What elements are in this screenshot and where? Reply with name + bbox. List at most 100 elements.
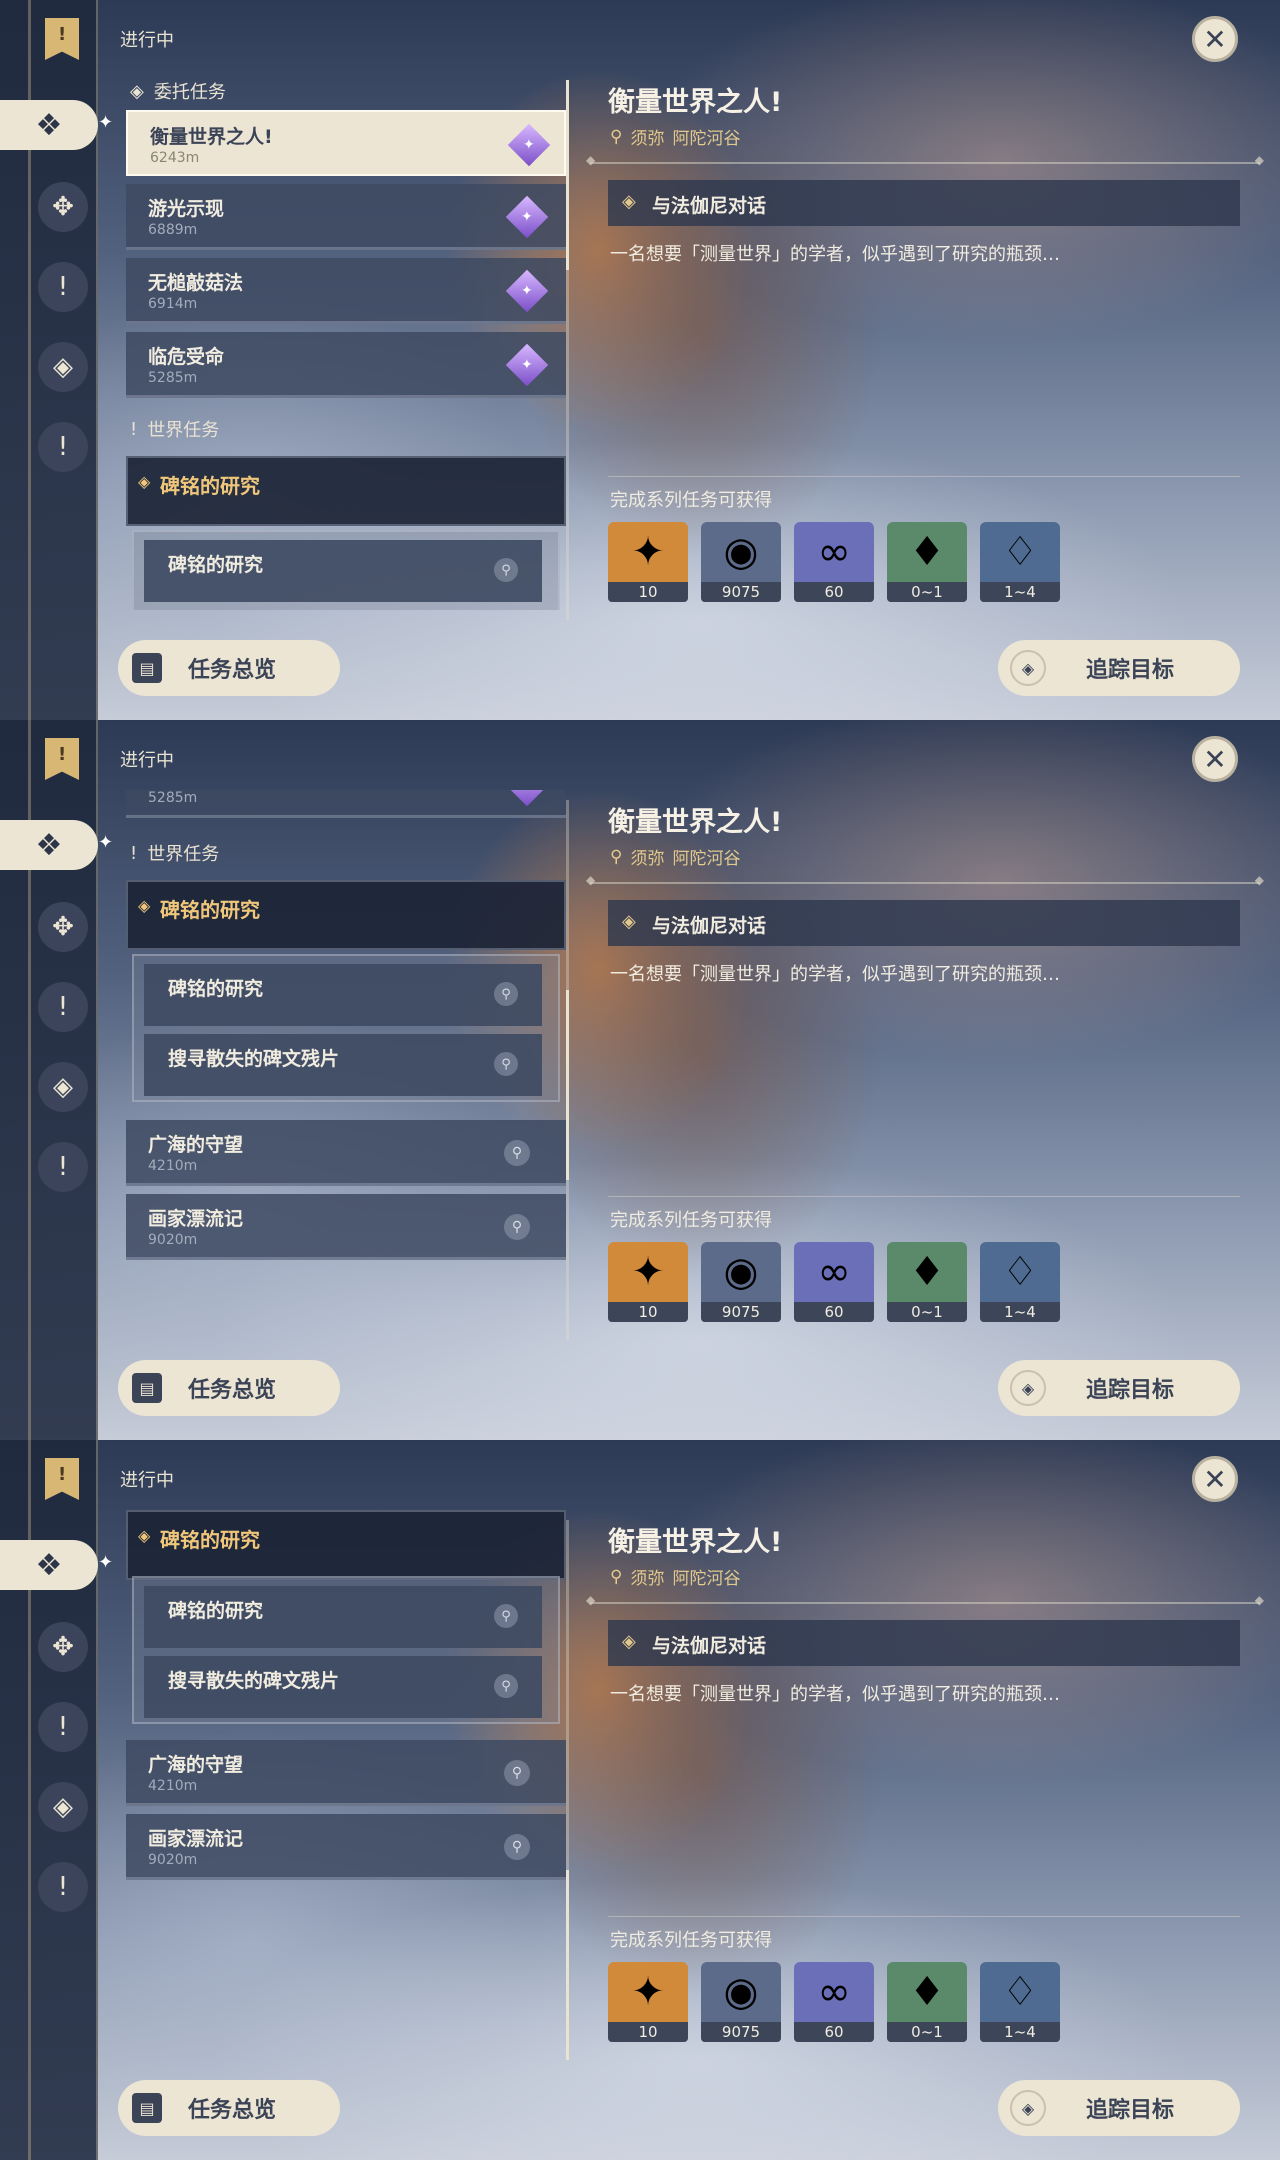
quest-overview-label: 任务总览	[188, 658, 277, 683]
location-pin-icon[interactable]: ⚲	[494, 1674, 518, 1698]
quest-card[interactable]: 广海的守望 4210m ⚲	[126, 1740, 566, 1806]
location-pin-icon[interactable]: ⚲	[494, 982, 518, 1006]
location-pin-icon[interactable]: ⚲	[494, 1052, 518, 1076]
close-button[interactable]: ✕	[1192, 736, 1238, 782]
track-diamond-icon: ◈	[1010, 1370, 1046, 1406]
commission-header-icon: ◈	[130, 80, 144, 102]
quest-list[interactable]: ◈ 委托任务 衡量世界之人! 6243m ✦ 游光示现 6889m ✦ 无槌敲菇法…	[110, 70, 570, 610]
reward-reputation[interactable]: ∞ 60	[794, 522, 874, 602]
quest-chain-card[interactable]: ◈ 碑铭的研究	[126, 880, 566, 950]
reward-intertwined-fate[interactable]: ✦ 10	[608, 1242, 688, 1322]
nav-archon-quest-icon[interactable]: ✥	[38, 902, 88, 952]
close-button[interactable]: ✕	[1192, 16, 1238, 62]
sub-quest-card[interactable]: 搜寻散失的碑文残片 ⚲	[144, 1034, 542, 1096]
quest-card[interactable]: 广海的守望 4210m ⚲	[126, 1120, 566, 1186]
location-pin-icon[interactable]: ⚲	[504, 1214, 530, 1240]
reward-crystal-cluster[interactable]: ♢ 1~4	[980, 1242, 1060, 1322]
nav-exclamation-icon[interactable]: !	[38, 422, 88, 472]
reward-reputation[interactable]: ∞ 60	[794, 1242, 874, 1322]
quest-card[interactable]: 画家漂流记 9020m ⚲	[126, 1814, 566, 1880]
pink-crystal-cluster-icon: ♢	[1002, 529, 1038, 575]
nav-story-quest-icon[interactable]: !	[38, 982, 88, 1032]
document-icon: ▤	[132, 653, 162, 683]
nav-commission-icon[interactable]: ❖	[0, 820, 98, 870]
location-pin-icon[interactable]: ⚲	[494, 1604, 518, 1628]
quest-name: 画家漂流记	[148, 1208, 244, 1230]
quest-distance: 5285m	[148, 370, 198, 386]
sub-quest-card[interactable]: 碑铭的研究 ⚲	[144, 1586, 542, 1648]
quest-chain-card[interactable]: ◈ 碑铭的研究	[126, 1510, 566, 1580]
nav-exclamation-icon[interactable]: !	[38, 1142, 88, 1192]
world-quest-header: ! 世界任务	[130, 840, 219, 866]
quest-card[interactable]: 无槌敲菇法 6914m ✦	[126, 258, 566, 324]
quest-name: 衡量世界之人!	[150, 126, 273, 148]
scroll-thumb[interactable]	[566, 80, 569, 270]
quest-card[interactable]: 临危受命 5285m ✦	[126, 790, 566, 818]
location-pin-icon[interactable]: ⚲	[504, 1760, 530, 1786]
document-icon: ▤	[132, 1373, 162, 1403]
archon-quest-icon: ✥	[52, 912, 74, 942]
scroll-thumb[interactable]	[566, 1870, 569, 2060]
quest-name: 游光示现	[148, 198, 225, 220]
quest-card[interactable]: 临危受命 5285m ✦	[126, 332, 566, 398]
nav-archon-quest-icon[interactable]: ✥	[38, 1622, 88, 1672]
quest-card[interactable]: 画家漂流记 9020m ⚲	[126, 1194, 566, 1260]
chain-diamond-icon: ◈	[138, 896, 151, 915]
commission-diamond-icon: ✦	[505, 790, 549, 807]
sub-quest-card[interactable]: 碑铭的研究 ⚲	[144, 964, 542, 1026]
reward-crystal-cluster[interactable]: ♢ 1~4	[980, 1962, 1060, 2042]
reward-crystal[interactable]: ♦ 0~1	[887, 1962, 967, 2042]
mora-coin-icon: ◉	[723, 1969, 759, 2015]
reward-intertwined-fate[interactable]: ✦ 10	[608, 1962, 688, 2042]
sub-quest-name: 搜寻散失的碑文残片	[168, 1048, 340, 1070]
quest-overview-button[interactable]: ▤ 任务总览	[118, 1360, 340, 1416]
scroll-thumb[interactable]	[566, 990, 569, 1180]
track-target-button[interactable]: ◈ 追踪目标	[998, 2080, 1240, 2136]
nav-commission-icon[interactable]: ❖	[0, 1540, 98, 1590]
nav-world-quest-icon[interactable]: ◈	[38, 342, 88, 392]
quest-list[interactable]: 临危受命 5285m ✦ ! 世界任务 ◈ 碑铭的研究 碑铭的研究 ⚲ 搜寻散失的…	[110, 790, 570, 1330]
sub-quest-card[interactable]: 碑铭的研究 ⚲	[144, 540, 542, 602]
quest-list[interactable]: ◈ 碑铭的研究 碑铭的研究 ⚲ 搜寻散失的碑文残片 ⚲ 广海的守望 4210m …	[110, 1510, 570, 2050]
reward-mora[interactable]: ◉ 9075	[701, 522, 781, 602]
nav-commission-icon[interactable]: ❖	[0, 100, 98, 150]
reward-crystal-cluster[interactable]: ♢ 1~4	[980, 522, 1060, 602]
nav-story-quest-icon[interactable]: !	[38, 1702, 88, 1752]
scrollbar[interactable]	[566, 1520, 569, 2060]
scrollbar[interactable]	[566, 800, 569, 1340]
nav-archon-quest-icon[interactable]: ✥	[38, 182, 88, 232]
detail-location: ⚲ 须弥 阿陀河谷	[610, 1564, 740, 1590]
quest-card[interactable]: 游光示现 6889m ✦	[126, 184, 566, 250]
quest-card[interactable]: 衡量世界之人! 6243m ✦	[126, 110, 566, 176]
quest-overview-button[interactable]: ▤ 任务总览	[118, 2080, 340, 2136]
nav-world-quest-icon[interactable]: ◈	[38, 1782, 88, 1832]
track-target-button[interactable]: ◈ 追踪目标	[998, 1360, 1240, 1416]
story-quest-icon: !	[57, 992, 69, 1022]
reward-reputation[interactable]: ∞ 60	[794, 1962, 874, 2042]
track-target-button[interactable]: ◈ 追踪目标	[998, 640, 1240, 696]
objective-diamond-icon: ◈	[622, 911, 636, 932]
close-button[interactable]: ✕	[1192, 1456, 1238, 1502]
sub-quest-card[interactable]: 搜寻散失的碑文残片 ⚲	[144, 1656, 542, 1718]
reward-mora[interactable]: ◉ 9075	[701, 1962, 781, 2042]
reward-mora[interactable]: ◉ 9075	[701, 1242, 781, 1322]
nav-exclamation-icon[interactable]: !	[38, 1862, 88, 1912]
story-quest-icon: !	[57, 1712, 69, 1742]
world-quest-header-label: 世界任务	[147, 844, 220, 865]
scrollbar[interactable]	[566, 80, 569, 620]
nav-story-quest-icon[interactable]: !	[38, 262, 88, 312]
commission-icon: ❖	[35, 107, 63, 143]
commission-icon: ❖	[35, 827, 63, 863]
reward-intertwined-fate[interactable]: ✦ 10	[608, 522, 688, 602]
bookmark-mark: !	[58, 24, 67, 45]
reward-count: 0~1	[887, 1302, 967, 1322]
nav-world-quest-icon[interactable]: ◈	[38, 1062, 88, 1112]
location-pin-icon[interactable]: ⚲	[504, 1140, 530, 1166]
quest-overview-button[interactable]: ▤ 任务总览	[118, 640, 340, 696]
quest-chain-card[interactable]: ◈ 碑铭的研究	[126, 456, 566, 526]
reward-crystal[interactable]: ♦ 0~1	[887, 1242, 967, 1322]
location-pin-icon[interactable]: ⚲	[494, 558, 518, 582]
close-icon: ✕	[1203, 742, 1227, 776]
location-pin-icon[interactable]: ⚲	[504, 1834, 530, 1860]
reward-crystal[interactable]: ♦ 0~1	[887, 522, 967, 602]
